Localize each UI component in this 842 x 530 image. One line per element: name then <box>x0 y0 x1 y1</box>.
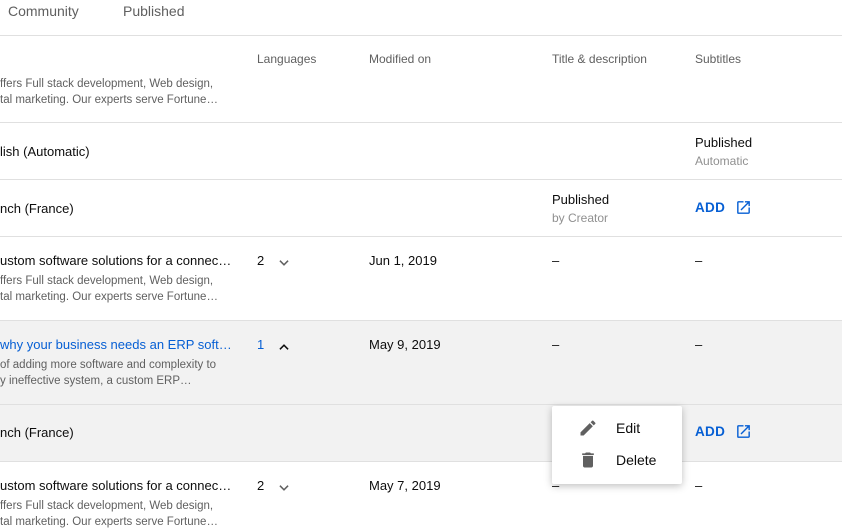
external-link-icon <box>735 199 752 216</box>
subtitles-status: Published <box>695 135 753 150</box>
subtitles-value: – <box>695 337 703 352</box>
languages-count: 2 <box>257 478 265 493</box>
language-row[interactable]: lish (Automatic) Published Automatic <box>0 123 842 180</box>
menu-item-label: Edit <box>616 420 641 436</box>
add-subtitles-button[interactable]: ADD <box>695 199 752 216</box>
language-row[interactable]: nch (France) ADD <box>0 405 842 462</box>
subtitles-value: – <box>695 478 703 493</box>
add-subtitles-button[interactable]: ADD <box>695 423 752 440</box>
video-row[interactable]: ustom software solutions for a connec… f… <box>0 237 842 321</box>
video-description-line: ffers Full stack development, Web design… <box>0 500 214 512</box>
languages-count: 2 <box>257 253 265 268</box>
video-description-line: y ineffective system, a custom ERP… <box>0 375 192 387</box>
subtitles-value: – <box>695 253 703 268</box>
video-title[interactable]: ustom software solutions for a connec… <box>0 253 231 268</box>
pencil-icon <box>578 418 598 438</box>
chevron-down-icon[interactable] <box>277 256 291 270</box>
menu-item-edit[interactable]: Edit <box>552 412 682 444</box>
add-button-label: ADD <box>695 200 726 215</box>
language-name: lish (Automatic) <box>0 144 90 159</box>
external-link-icon <box>735 423 752 440</box>
languages-count[interactable]: 1 <box>257 337 264 352</box>
language-name: nch (France) <box>0 201 74 216</box>
tab-published[interactable]: Published <box>123 3 185 19</box>
video-description-line: tal marketing. Our experts serve Fortune… <box>0 94 218 106</box>
video-description-line: ffers Full stack development, Web design… <box>0 275 214 287</box>
tab-bar: Community Published <box>0 0 842 36</box>
title-description-value: – <box>552 253 560 268</box>
language-row[interactable]: nch (France) Published by Creator ADD <box>0 180 842 237</box>
modified-date: May 7, 2019 <box>369 478 441 493</box>
video-description-line: ffers Full stack development, Web design… <box>0 78 214 90</box>
table-row: ffers Full stack development, Web design… <box>0 73 842 123</box>
context-menu: Edit Delete <box>552 406 682 484</box>
video-title-link[interactable]: why your business needs an ERP soft… <box>0 337 232 352</box>
menu-item-delete[interactable]: Delete <box>552 444 682 476</box>
tab-community[interactable]: Community <box>8 3 79 19</box>
subtitles-source: Automatic <box>695 154 749 168</box>
video-title[interactable]: ustom software solutions for a connec… <box>0 478 231 493</box>
modified-date: May 9, 2019 <box>369 337 441 352</box>
title-description-status: Published <box>552 192 610 207</box>
title-description-value: – <box>552 337 560 352</box>
video-row-selected[interactable]: why your business needs an ERP soft… of … <box>0 321 842 405</box>
video-description-line: tal marketing. Our experts serve Fortune… <box>0 291 218 303</box>
chevron-down-icon[interactable] <box>277 481 291 495</box>
modified-date: Jun 1, 2019 <box>369 253 437 268</box>
table-header-overlay <box>0 37 842 73</box>
trash-icon <box>578 450 598 470</box>
menu-item-label: Delete <box>616 452 657 468</box>
video-description-line: tal marketing. Our experts serve Fortune… <box>0 516 218 528</box>
title-description-source: by Creator <box>552 211 609 225</box>
language-name: nch (France) <box>0 425 74 440</box>
chevron-up-icon[interactable] <box>277 340 291 354</box>
video-description-line: of adding more software and complexity t… <box>0 359 217 371</box>
add-button-label: ADD <box>695 424 726 439</box>
video-row[interactable]: ustom software solutions for a connec… f… <box>0 462 842 530</box>
